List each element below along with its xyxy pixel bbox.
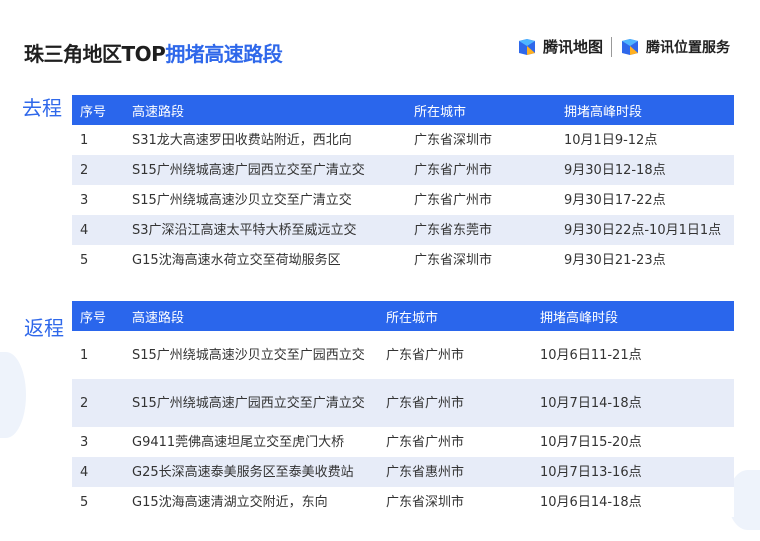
outbound-label: 去程 <box>22 96 62 120</box>
column-header: 所在城市 <box>406 95 556 125</box>
table-cell: S15广州绕城高速广园西立交至广清立交 <box>124 155 406 185</box>
outbound-header-row: 序号 高速路段 所在城市 拥堵高峰时段 <box>72 95 734 125</box>
table-cell: 3 <box>72 185 124 215</box>
return-header-row: 序号 高速路段 所在城市 拥堵高峰时段 <box>72 301 734 331</box>
table-row: 5 G15沈海高速清湖立交附近，东向 广东省深圳市 10月6日14-18点 <box>72 487 734 517</box>
brand-map-name: 腾讯地图 <box>542 38 603 56</box>
table-cell: 1 <box>72 125 124 155</box>
table-cell: 10月7日15-20点 <box>532 427 734 457</box>
table-row: 3 G9411莞佛高速坦尾立交至虎门大桥 广东省广州市 10月7日15-20点 <box>72 427 734 457</box>
table-cell: S15广州绕城高速沙贝立交至广园西立交 <box>124 331 378 379</box>
title-highlight: 拥堵高速路段 <box>165 42 283 66</box>
table-cell: 5 <box>72 245 124 275</box>
table-cell: 广东省广州市 <box>406 155 556 185</box>
page-title: 珠三角地区TOP拥堵高速路段 <box>24 38 283 67</box>
brand-logos: 腾讯地图 腾讯位置服务 <box>517 36 730 57</box>
table-cell: 广东省惠州市 <box>378 457 532 487</box>
table-cell: 4 <box>72 457 124 487</box>
table-cell: 10月6日11-21点 <box>532 331 734 379</box>
table-row: 4 G25长深高速泰美服务区至泰美收费站 广东省惠州市 10月7日13-16点 <box>72 457 734 487</box>
table-cell: 5 <box>72 487 124 517</box>
table-cell: 广东省深圳市 <box>406 245 556 275</box>
table-row: 1 S15广州绕城高速沙贝立交至广园西立交 广东省广州市 10月6日11-21点 <box>72 331 734 379</box>
column-header: 序号 <box>72 95 124 125</box>
tencent-location-logo-icon <box>622 38 638 55</box>
table-cell: 广东省广州市 <box>406 185 556 215</box>
table-cell: G25长深高速泰美服务区至泰美收费站 <box>124 457 378 487</box>
table-cell: 10月6日14-18点 <box>532 487 734 517</box>
table-cell: 9月30日21-23点 <box>556 245 734 275</box>
table-cell: 10月7日14-18点 <box>532 379 734 427</box>
table-cell: 4 <box>72 215 124 245</box>
brand-service-name: 腾讯位置服务 <box>646 39 730 56</box>
table-cell: 1 <box>72 331 124 379</box>
table-cell: 广东省广州市 <box>378 331 532 379</box>
table-row: 2 S15广州绕城高速广园西立交至广清立交 广东省广州市 9月30日12-18点 <box>72 155 734 185</box>
table-row: 2 S15广州绕城高速广园西立交至广清立交 广东省广州市 10月7日14-18点 <box>72 379 734 427</box>
column-header: 拥堵高峰时段 <box>532 301 734 331</box>
table-cell: S31龙大高速罗田收费站附近，西北向 <box>124 125 406 155</box>
table-cell: G9411莞佛高速坦尾立交至虎门大桥 <box>124 427 378 457</box>
column-header: 所在城市 <box>378 301 532 331</box>
column-header: 序号 <box>72 301 124 331</box>
table-cell: S15广州绕城高速广园西立交至广清立交 <box>124 379 378 427</box>
table-row: 5 G15沈海高速水荷立交至荷坳服务区 广东省深圳市 9月30日21-23点 <box>72 245 734 275</box>
table-cell: 广东省广州市 <box>378 379 532 427</box>
table-cell: 广东省深圳市 <box>378 487 532 517</box>
decorative-shape-left <box>0 352 26 438</box>
return-label: 返程 <box>24 316 64 340</box>
table-cell: 10月1日9-12点 <box>556 125 734 155</box>
table-cell: 9月30日17-22点 <box>556 185 734 215</box>
table-cell: G15沈海高速水荷立交至荷坳服务区 <box>124 245 406 275</box>
column-header: 高速路段 <box>124 301 378 331</box>
table-cell: 广东省深圳市 <box>406 125 556 155</box>
brand-divider <box>611 36 612 57</box>
table-cell: 2 <box>72 379 124 427</box>
table-cell: S15广州绕城高速沙贝立交至广清立交 <box>124 185 406 215</box>
column-header: 高速路段 <box>124 95 406 125</box>
table-cell: 广东省东莞市 <box>406 215 556 245</box>
table-cell: G15沈海高速清湖立交附近，东向 <box>124 487 378 517</box>
table-row: 3 S15广州绕城高速沙贝立交至广清立交 广东省广州市 9月30日17-22点 <box>72 185 734 215</box>
table-cell: 3 <box>72 427 124 457</box>
table-cell: S3广深沿江高速太平特大桥至威远立交 <box>124 215 406 245</box>
column-header: 拥堵高峰时段 <box>556 95 734 125</box>
outbound-table: 序号 高速路段 所在城市 拥堵高峰时段 1 S31龙大高速罗田收费站附近，西北向 广东省深… <box>72 95 734 275</box>
table-cell: 10月7日13-16点 <box>532 457 734 487</box>
table-cell: 广东省广州市 <box>378 427 532 457</box>
table-cell: 9月30日22点-10月1日1点 <box>556 215 734 245</box>
table-cell: 9月30日12-18点 <box>556 155 734 185</box>
title-prefix: 珠三角地区TOP <box>24 42 166 66</box>
table-row: 1 S31龙大高速罗田收费站附近，西北向 广东省深圳市 10月1日9-12点 <box>72 125 734 155</box>
return-table: 序号 高速路段 所在城市 拥堵高峰时段 1 S15广州绕城高速沙贝立交至广园西立交 广东省… <box>72 301 734 517</box>
table-cell: 2 <box>72 155 124 185</box>
tencent-map-logo-icon <box>518 38 535 55</box>
table-row: 4 S3广深沿江高速太平特大桥至威远立交 广东省东莞市 9月30日22点-10月1日1… <box>72 215 734 245</box>
